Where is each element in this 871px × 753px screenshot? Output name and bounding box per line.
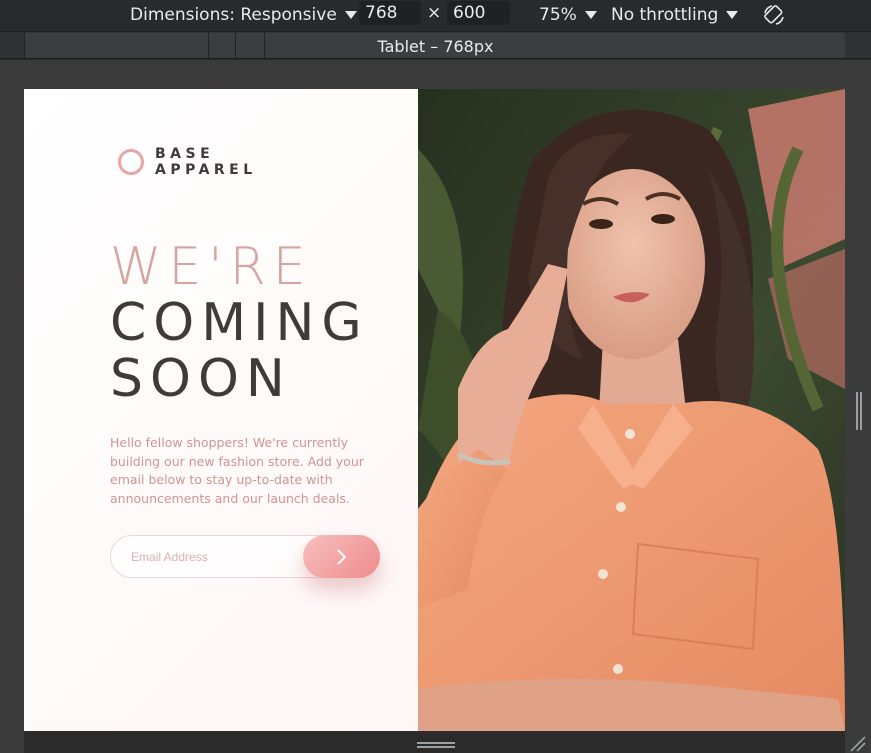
headline-light: WE'RE — [110, 237, 313, 297]
hero-image — [418, 89, 845, 731]
submit-button[interactable] — [303, 535, 380, 578]
bottom-resize-handle[interactable] — [417, 741, 455, 749]
devtools-toolbar: Dimensions: Responsive 768 × 600 75% No … — [0, 0, 871, 30]
dimensions-label: Dimensions: Responsive — [130, 5, 337, 25]
dimensions-dropdown[interactable]: Dimensions: Responsive — [130, 0, 357, 30]
height-input[interactable]: 600 — [447, 1, 510, 25]
breakpoint-label: Tablet – 768px — [377, 36, 494, 56]
hero-photo — [418, 89, 845, 731]
content-panel: BASE APPAREL WE'RE COMING SOON Hello fel… — [24, 89, 418, 731]
chevron-right-icon — [336, 548, 346, 565]
logo-text-bottom: APPAREL — [155, 162, 257, 178]
description-text: Hello fellow shoppers! We're currently b… — [110, 435, 364, 506]
throttling-dropdown[interactable]: No throttling — [611, 0, 739, 30]
page-preview: BASE APPAREL WE'RE COMING SOON Hello fel… — [24, 89, 845, 731]
page-headline: WE'RE COMING SOON — [110, 239, 369, 407]
headline-dark-line-2: SOON — [110, 349, 292, 409]
width-input[interactable]: 768 — [359, 1, 421, 25]
media-query-bar: Tablet – 768px — [0, 31, 871, 59]
zoom-label: 75% — [539, 5, 577, 25]
times-symbol: × — [427, 3, 442, 23]
email-signup-form — [110, 535, 380, 578]
email-input[interactable] — [131, 536, 301, 577]
throttling-label: No throttling — [611, 5, 719, 25]
rotate-icon[interactable] — [762, 3, 786, 27]
corner-resize-handle[interactable] — [849, 735, 867, 753]
right-resize-handle[interactable] — [855, 392, 863, 430]
chevron-down-icon — [344, 11, 357, 19]
chevron-down-icon — [584, 11, 597, 19]
logo-ring-icon — [118, 149, 144, 175]
brand-logo[interactable]: BASE APPAREL — [118, 146, 257, 178]
zoom-dropdown[interactable]: 75% — [539, 0, 597, 30]
chevron-down-icon — [726, 11, 739, 19]
headline-dark-line-1: COMING — [110, 293, 369, 353]
logo-text-top: BASE — [155, 146, 215, 162]
